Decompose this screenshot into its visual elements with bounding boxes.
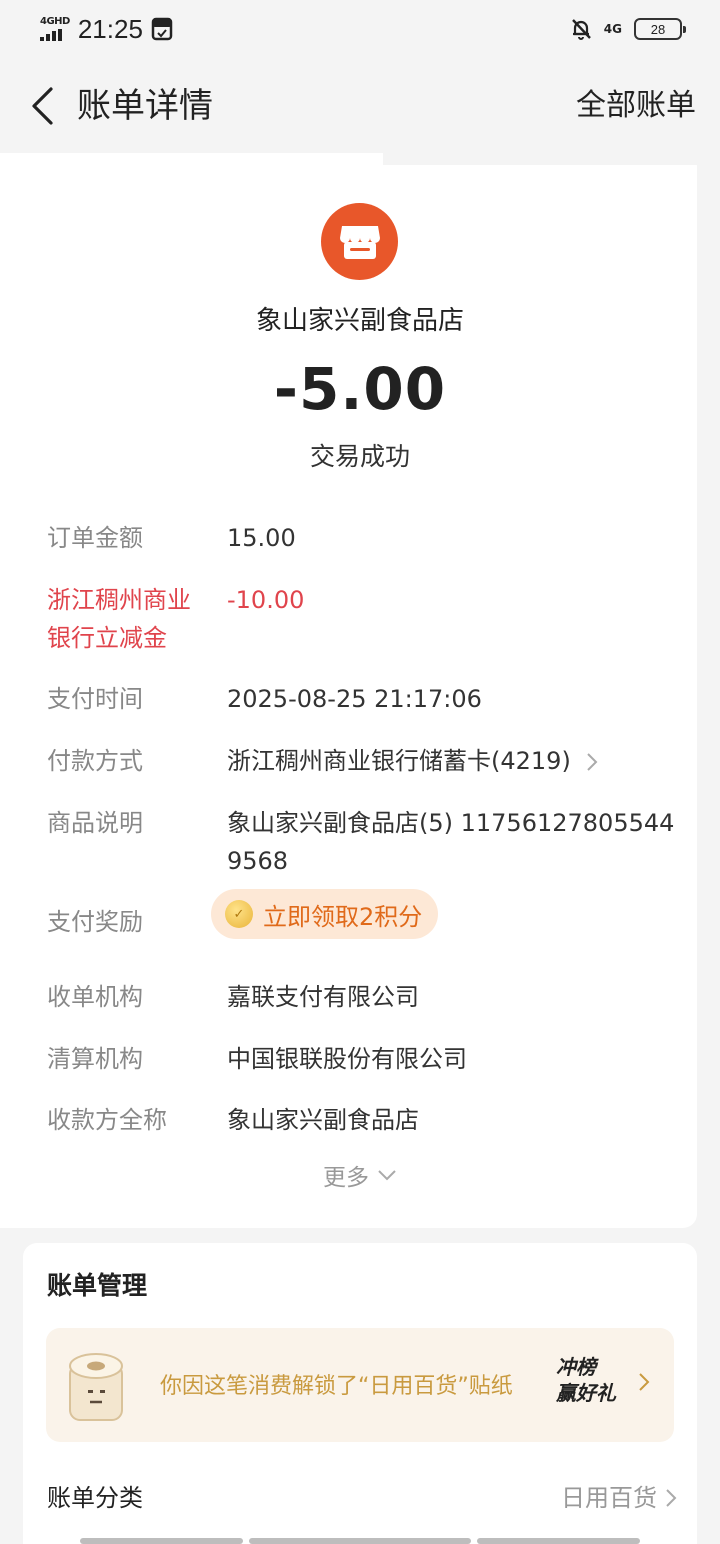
mute-bell-icon [571,19,591,40]
network-right: 4G [603,22,622,36]
sim-card-icon [151,17,173,41]
battery-icon: 28 [634,18,686,40]
goods-desc-label: 商品说明 [47,809,143,837]
order-amount-value: 15.00 [227,524,296,552]
clock: 21:25 [77,13,143,44]
store-icon [321,203,398,280]
bill-category-value-wrap: 日用百货 [561,1480,677,1516]
clearing-label: 清算机构 [47,1045,143,1073]
claim-points-button[interactable]: ✓ 立即领取2积分 [211,889,439,939]
acquirer-label: 收单机构 [47,983,143,1011]
goods-desc-value-line2: 9568 [227,847,289,875]
pay-time-value: 2025-08-25 21:17:06 [227,685,482,713]
goods-desc-value-line1: 象山家兴副食品店(5) 11756127805544 [227,809,675,837]
toilet-roll-icon [69,1353,123,1421]
reward-label: 支付奖励 [47,908,143,936]
chevron-right-icon [587,753,598,771]
status-right: 4G 28 [570,17,686,41]
sticker-unlock-text: 你因这笔消费解锁了“日用百货”贴纸 [160,1374,513,1399]
sticker-banner[interactable]: 你因这笔消费解锁了“日用百货”贴纸 冲榜 赢好礼 [46,1328,674,1442]
bill-category-value: 日用百货 [561,1484,657,1512]
bill-manage-title: 账单管理 [47,1271,148,1300]
claim-points-label: 立即领取2积分 [263,902,423,931]
chevron-down-icon [378,1170,396,1181]
more-label: 更多 [323,1165,369,1191]
discount-label-line2: 银行立减金 [47,624,167,652]
ranking-badge: 冲榜 赢好礼 [556,1354,642,1414]
discount-label-line1: 浙江稠州商业 [47,586,191,614]
status-left: 4GHD 21:25 [40,14,173,45]
order-amount-label: 订单金额 [47,524,143,552]
battery-level: 28 [650,21,666,37]
network-type: 4GHD [40,16,70,27]
more-button[interactable]: 更多 [0,1158,720,1192]
badge-line2: 赢好礼 [556,1381,616,1405]
merchant-name: 象山家兴副食品店 [255,306,464,336]
status-bar: 4GHD 21:25 4G 28 [0,0,720,58]
chevron-left-icon [32,87,53,125]
discount-value: -10.00 [227,586,305,614]
pay-method-value: 浙江稠州商业银行储蓄卡(4219) [227,747,571,775]
nav-bar: 账单详情 全部账单 [0,58,720,153]
clearing-value: 中国银联股份有限公司 [227,1045,467,1073]
back-button[interactable] [22,82,62,130]
transaction-amount: -5.00 [273,355,447,423]
bill-category-row[interactable]: 账单分类 日用百货 [47,1480,677,1516]
badge-line1: 冲榜 [556,1355,596,1379]
all-bills-link[interactable]: 全部账单 [576,86,696,126]
chevron-right-icon [639,1373,650,1391]
bill-category-label: 账单分类 [47,1484,143,1512]
pay-time-label: 支付时间 [47,685,143,713]
pay-method-label: 付款方式 [47,747,143,775]
page-title: 账单详情 [77,86,213,126]
transaction-status: 交易成功 [309,442,410,471]
payee-label: 收款方全称 [47,1106,167,1134]
payee-value: 象山家兴副食品店 [227,1106,419,1134]
bottom-scroll-indicator [80,1538,640,1544]
pay-method-value-wrap[interactable]: 浙江稠州商业银行储蓄卡(4219) [227,742,687,780]
signal-icon: 4GHD [40,17,70,41]
chevron-right-icon [666,1489,677,1507]
acquirer-value: 嘉联支付有限公司 [227,983,419,1011]
points-coin-icon: ✓ [225,900,253,928]
